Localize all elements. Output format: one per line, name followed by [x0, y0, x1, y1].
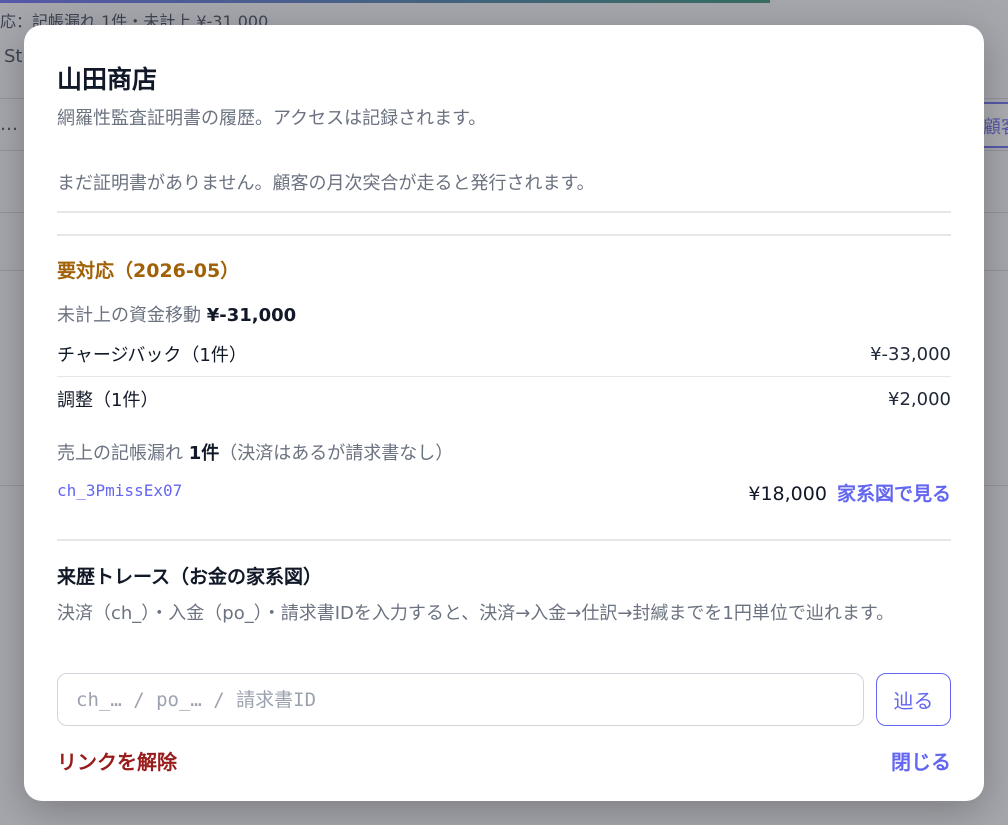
- close-button[interactable]: 閉じる: [891, 746, 951, 775]
- modal-subtitle: 網羅性監査証明書の履歴。アクセスは記録されます。: [57, 108, 487, 129]
- trace-id-input[interactable]: [57, 673, 864, 726]
- section-divider: [57, 211, 951, 213]
- row-amount: ¥2,000: [888, 388, 951, 410]
- missing-prefix: 売上の記帳漏れ: [57, 443, 183, 464]
- unposted-summary: 未計上の資金移動 ¥-31,000: [57, 301, 296, 327]
- row-divider: [57, 376, 951, 377]
- audit-certificate-modal: 山田商店 網羅性監査証明書の履歴。アクセスは記録されます。 まだ証明書がありませ…: [24, 25, 984, 801]
- trace-description: 決済（ch_）・入金（po_）・請求書IDを入力すると、決済→入金→仕訳→封緘ま…: [57, 603, 895, 624]
- attention-title: 要対応（2026-05）: [57, 260, 240, 282]
- row-label: 調整（1件）: [57, 390, 159, 411]
- modal-title: 山田商店: [57, 65, 158, 94]
- row-amount: ¥-33,000: [870, 343, 951, 365]
- attention-row: チャージバック（1件） ¥-33,000: [57, 334, 951, 374]
- unposted-label: 未計上の資金移動: [57, 305, 201, 326]
- row-label: チャージバック（1件）: [57, 345, 247, 366]
- unlink-button[interactable]: リンクを解除: [57, 746, 177, 775]
- view-family-tree-link[interactable]: 家系図で見る: [837, 483, 951, 505]
- section-divider: [57, 234, 951, 236]
- attention-row: 調整（1件） ¥2,000: [57, 379, 951, 419]
- missing-charge-amount: ¥18,000: [748, 483, 827, 505]
- missing-revenue-summary: 売上の記帳漏れ 1件（決済はあるが請求書なし）: [57, 439, 453, 465]
- missing-charge-detail: ¥18,000 家系図で見る: [748, 479, 951, 506]
- missing-charge-id[interactable]: ch_3PmissEx07: [57, 481, 182, 500]
- missing-suffix: （決済はあるが請求書なし）: [219, 443, 454, 464]
- section-divider: [57, 539, 951, 541]
- unposted-amount: ¥-31,000: [206, 305, 297, 326]
- missing-count: 1件: [188, 443, 220, 464]
- empty-certificates-message: まだ証明書がありません。顧客の月次突合が走ると発行されます。: [57, 173, 595, 194]
- trace-button[interactable]: 辿る: [876, 673, 951, 726]
- trace-title: 来歴トレース（お金の家系図）: [57, 566, 323, 588]
